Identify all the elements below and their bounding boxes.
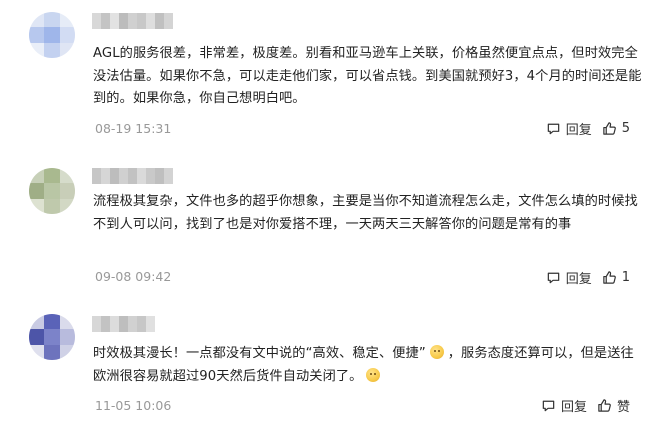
comment-text: 时效极其漫长！一点都没有文中说的“高效、稳定、便捷” ，服务态度还算可以，但是送往… [93, 343, 643, 388]
reply-label: 回复 [560, 400, 587, 415]
comment-actions: 回复 5 [546, 119, 630, 138]
thumbs-up-icon [597, 398, 612, 413]
smile-emoji-icon [429, 345, 444, 359]
comment-text-part: 流程极其复杂，文件也多的超乎你想象，主要是当你不知道流程怎么走，文件怎么填的时候… [93, 194, 638, 232]
username-blurred[interactable] [92, 316, 155, 332]
like-count: 5 [621, 121, 630, 136]
username-blurred[interactable] [92, 13, 173, 29]
like-count: 1 [621, 270, 630, 285]
comment-date: 09-08 09:42 [95, 269, 172, 284]
comment-date: 11-05 10:06 [95, 398, 172, 413]
avatar[interactable] [29, 314, 75, 360]
reply-icon [546, 121, 561, 136]
like-button[interactable]: 赞 [597, 396, 630, 415]
comment-text: AGL的服务很差，非常差，极度差。别看和亚马逊车上关联，价格虽然便宜点点，但时效… [93, 43, 643, 111]
comment-text: 流程极其复杂，文件也多的超乎你想象，主要是当你不知道流程怎么走，文件怎么填的时候… [93, 191, 643, 236]
comment-actions: 回复 1 [546, 268, 630, 287]
reply-button[interactable]: 回复 [546, 268, 592, 287]
reply-label: 回复 [565, 272, 592, 287]
reply-button[interactable]: 回复 [546, 119, 592, 138]
reply-label: 回复 [565, 123, 592, 138]
like-button[interactable]: 1 [602, 270, 630, 285]
comment-date: 08-19 15:31 [95, 121, 172, 136]
avatar[interactable] [29, 12, 75, 58]
like-button[interactable]: 5 [602, 121, 630, 136]
comment-text-part: AGL的服务很差，非常差，极度差。别看和亚马逊车上关联，价格虽然便宜点点，但时效… [93, 46, 642, 106]
reply-icon [541, 398, 556, 413]
thumbs-up-icon [602, 270, 617, 285]
sweat-smile-emoji-icon [366, 367, 381, 382]
comment-text-part: 时效极其漫长！一点都没有文中说的“高效、稳定、便捷” [93, 346, 426, 361]
username-blurred[interactable] [92, 168, 173, 184]
comment-actions: 回复 赞 [541, 396, 630, 415]
like-label: 赞 [616, 400, 630, 415]
thumbs-up-icon [602, 121, 617, 136]
reply-icon [546, 270, 561, 285]
reply-button[interactable]: 回复 [541, 396, 587, 415]
avatar[interactable] [29, 168, 75, 214]
